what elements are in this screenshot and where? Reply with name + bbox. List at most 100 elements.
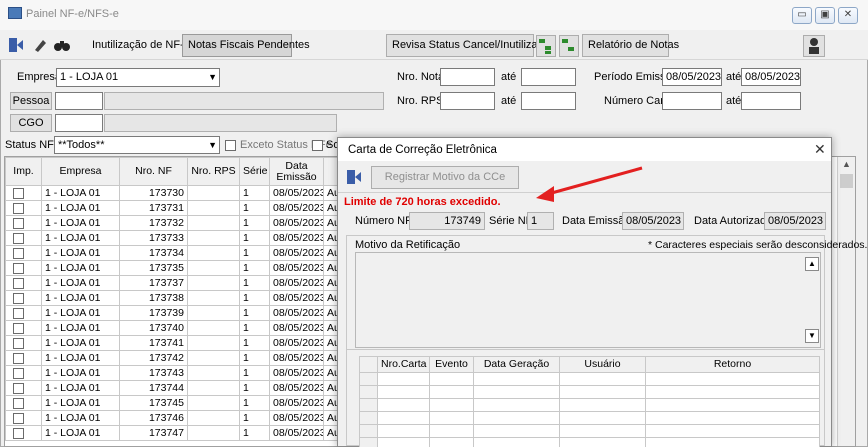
imp-cell[interactable] [5, 320, 42, 336]
header-data-emissao[interactable]: Data Emissão [269, 157, 324, 186]
table-row[interactable]: 1 - LOJA 01173746108/05/2023Autori [5, 410, 358, 426]
imp-checkbox[interactable] [13, 428, 24, 439]
imp-checkbox[interactable] [13, 293, 24, 304]
imp-cell[interactable] [5, 275, 42, 291]
cce-table-row[interactable] [359, 372, 820, 386]
cce-header-evento[interactable]: Evento [429, 356, 474, 373]
nro-nota-to-input[interactable] [521, 68, 576, 86]
carga-to-input[interactable] [741, 92, 801, 110]
imp-cell[interactable] [5, 245, 42, 261]
header-nro-rps[interactable]: Nro. RPS [187, 157, 240, 186]
table-row[interactable]: 1 - LOJA 01173735108/05/2023Autori [5, 260, 358, 276]
scroll-up-icon[interactable]: ▲ [842, 159, 851, 169]
tree-collapse-icon[interactable] [559, 35, 579, 57]
scroll-thumb[interactable] [840, 174, 853, 188]
eraser-icon[interactable] [31, 36, 49, 54]
imp-cell[interactable] [5, 410, 42, 426]
table-row[interactable]: 1 - LOJA 01173732108/05/2023Autori [5, 215, 358, 231]
imp-cell[interactable] [5, 260, 42, 276]
cce-header-usuario[interactable]: Usuário [559, 356, 646, 373]
imp-cell[interactable] [5, 215, 42, 231]
imp-checkbox[interactable] [13, 413, 24, 424]
table-row[interactable]: 1 - LOJA 01173737108/05/2023Autori [5, 275, 358, 291]
imp-cell[interactable] [5, 185, 42, 201]
cgo-code-input[interactable] [55, 114, 103, 132]
exit-icon[interactable] [7, 36, 25, 54]
imp-checkbox[interactable] [13, 233, 24, 244]
cce-header-retorno[interactable]: Retorno [645, 356, 820, 373]
imp-checkbox[interactable] [13, 383, 24, 394]
inutilizacao-button[interactable]: Inutilização de NF-e [86, 34, 190, 57]
imp-checkbox[interactable] [13, 338, 24, 349]
imp-cell[interactable] [5, 395, 42, 411]
table-row[interactable]: 1 - LOJA 01173741108/05/2023Autori [5, 335, 358, 351]
table-row[interactable]: 1 - LOJA 01173743108/05/2023Autori [5, 365, 358, 381]
imp-checkbox[interactable] [13, 203, 24, 214]
carga-from-input[interactable] [662, 92, 722, 110]
table-row[interactable]: 1 - LOJA 01173740108/05/2023Autori [5, 320, 358, 336]
cce-table-row[interactable] [359, 424, 820, 438]
imp-checkbox[interactable] [13, 278, 24, 289]
header-imp[interactable]: Imp. [5, 157, 42, 186]
periodo-from-input[interactable]: 08/05/2023 [662, 68, 722, 86]
imp-checkbox[interactable] [13, 308, 24, 319]
minimize-button[interactable]: ▭ [792, 7, 812, 24]
imp-cell[interactable] [5, 290, 42, 306]
header-empresa[interactable]: Empresa [41, 157, 120, 186]
cce-table-row[interactable] [359, 437, 820, 447]
cce-table-row[interactable] [359, 398, 820, 412]
cce-header-nro-carta[interactable]: Nro.Carta [377, 356, 430, 373]
imp-cell[interactable] [5, 425, 42, 441]
cce-table-row[interactable] [359, 385, 820, 399]
binoculars-icon[interactable] [53, 36, 71, 54]
empresa-select[interactable]: 1 - LOJA 01 ▼ [56, 68, 220, 87]
exit-icon[interactable] [345, 168, 363, 186]
somente-checkbox[interactable] [312, 140, 323, 151]
imp-checkbox[interactable] [13, 368, 24, 379]
imp-cell[interactable] [5, 200, 42, 216]
table-row[interactable]: 1 - LOJA 01173739108/05/2023Autori [5, 305, 358, 321]
imp-checkbox[interactable] [13, 218, 24, 229]
scroll-up-icon[interactable]: ▲ [805, 257, 819, 271]
pessoa-code-input[interactable] [55, 92, 103, 110]
help-person-icon[interactable] [803, 35, 825, 57]
imp-checkbox[interactable] [13, 323, 24, 334]
table-row[interactable]: 1 - LOJA 01173734108/05/2023Autori [5, 245, 358, 261]
table-row[interactable]: 1 - LOJA 01173738108/05/2023Autori [5, 290, 358, 306]
imp-cell[interactable] [5, 230, 42, 246]
cgo-button[interactable]: CGO [10, 114, 52, 132]
imp-checkbox[interactable] [13, 248, 24, 259]
tree-icon[interactable] [536, 35, 556, 57]
relatorio-button[interactable]: Relatório de Notas [582, 34, 679, 57]
status-nfe-select[interactable]: **Todos** ▼ [54, 136, 220, 154]
pessoa-button[interactable]: Pessoa [10, 92, 52, 110]
maximize-button[interactable]: ▣ [815, 7, 835, 24]
imp-cell[interactable] [5, 305, 42, 321]
imp-checkbox[interactable] [13, 398, 24, 409]
table-row[interactable]: 1 - LOJA 01173731108/05/2023Autori [5, 200, 358, 216]
nro-nota-from-input[interactable] [440, 68, 495, 86]
cce-header-data-geracao[interactable]: Data Geração [473, 356, 560, 373]
imp-checkbox[interactable] [13, 353, 24, 364]
periodo-to-input[interactable]: 08/05/2023 [741, 68, 801, 86]
imp-cell[interactable] [5, 335, 42, 351]
motivo-textarea[interactable]: ▲ ▼ [355, 252, 821, 348]
table-row[interactable]: 1 - LOJA 01173747108/05/2023Autori [5, 425, 358, 441]
imp-checkbox[interactable] [13, 188, 24, 199]
table-row[interactable]: 1 - LOJA 01173745108/05/2023Autori [5, 395, 358, 411]
motivo-scrollbar[interactable]: ▲ ▼ [804, 253, 820, 347]
grid-scrollbar[interactable]: ▲ [837, 157, 855, 446]
registrar-motivo-button[interactable]: Registrar Motivo da CCe [371, 166, 519, 189]
cce-table-row[interactable] [359, 411, 820, 425]
imp-cell[interactable] [5, 365, 42, 381]
table-row[interactable]: 1 - LOJA 01173733108/05/2023Autori [5, 230, 358, 246]
header-serie[interactable]: Série [239, 157, 270, 186]
notas-pendentes-button[interactable]: Notas Fiscais Pendentes [182, 34, 310, 57]
scroll-down-icon[interactable]: ▼ [805, 329, 819, 343]
close-button[interactable]: ✕ [838, 7, 858, 24]
table-row[interactable]: 1 - LOJA 01173730108/05/2023Autori [5, 185, 358, 201]
imp-cell[interactable] [5, 380, 42, 396]
revisa-status-button[interactable]: Revisa Status Cancel/Inutilização [386, 34, 555, 57]
header-nro-nf[interactable]: Nro. NF [119, 157, 188, 186]
imp-checkbox[interactable] [13, 263, 24, 274]
